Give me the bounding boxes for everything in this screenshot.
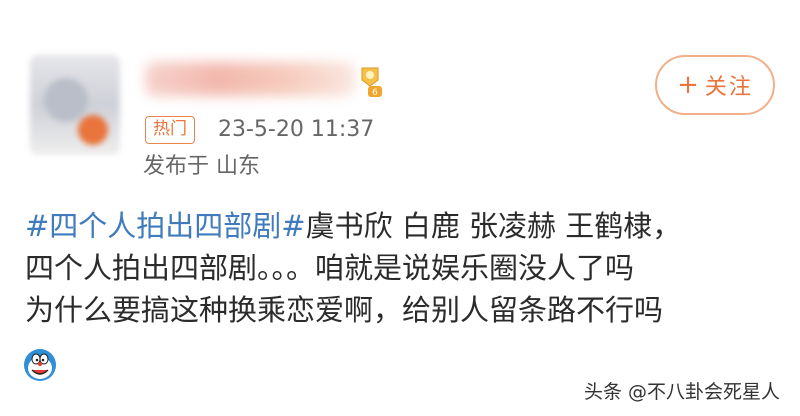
follow-label: 关注 [704, 75, 753, 100]
post-timestamp: 23-5-20 11:37 [218, 117, 375, 142]
svg-text:6: 6 [372, 88, 378, 98]
post-line-1: #四个人拍出四部剧#虞书欣 白鹿 张凌赫 王鹤棣， [25, 205, 785, 247]
plus-icon: + [677, 70, 701, 100]
follow-button[interactable]: + 关注 [655, 55, 775, 115]
hot-badge: 热门 [145, 116, 195, 144]
username-blurred[interactable] [145, 62, 355, 96]
level-badge-icon: 6 [358, 66, 384, 98]
avatar[interactable] [30, 55, 120, 155]
post-body: #四个人拍出四部剧#虞书欣 白鹿 张凌赫 王鹤棣， 四个人拍出四部剧。。。咱就是… [25, 205, 785, 331]
watermark-text: 头条 @不八卦会死星人 [583, 381, 780, 403]
post-line-1-text: 虞书欣 白鹿 张凌赫 王鹤棣， [305, 209, 682, 243]
post-line-3: 为什么要搞这种换乘恋爱啊，给别人留条路不行吗 [25, 293, 664, 327]
hashtag-link[interactable]: #四个人拍出四部剧# [25, 209, 306, 243]
doraemon-face-icon [23, 348, 57, 382]
post-line-2: 四个人拍出四部剧。。。咱就是说娱乐圈没人了吗 [25, 251, 635, 285]
post-location: 发布于 山东 [143, 154, 260, 179]
